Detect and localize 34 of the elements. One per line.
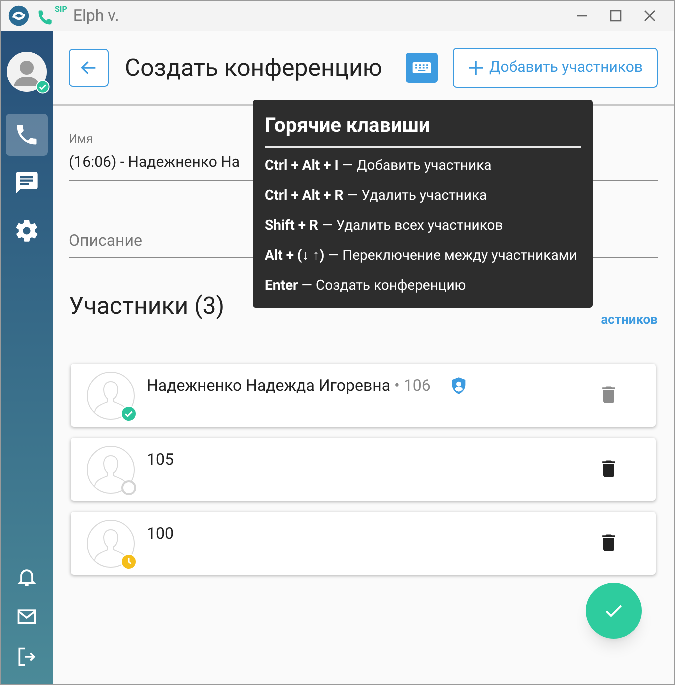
participant-card[interactable]: 100 xyxy=(71,512,656,575)
hotkey-line: Ctrl + Alt + I — Добавить участника xyxy=(265,157,493,176)
clock-status-icon xyxy=(121,554,137,570)
maximize-icon[interactable] xyxy=(610,10,622,22)
participant-extension: • 106 xyxy=(394,375,431,397)
back-button[interactable] xyxy=(69,48,109,86)
participant-card[interactable]: 105 xyxy=(71,438,656,501)
participant-card[interactable]: Надежненко Надежда Игоревна • 106 xyxy=(71,364,656,427)
offline-status-icon xyxy=(121,480,137,496)
phone-icon xyxy=(37,9,55,27)
plus-icon xyxy=(468,60,484,76)
logout-icon[interactable] xyxy=(16,646,38,668)
tooltip-title: Горячие клавиши xyxy=(265,112,581,148)
chat-icon xyxy=(14,170,40,196)
keyboard-button[interactable] xyxy=(406,52,438,82)
close-icon[interactable] xyxy=(644,10,656,22)
participant-name: 100 xyxy=(147,523,174,545)
hotkey-line: Ctrl + Alt + R — Удалить участника xyxy=(265,187,488,206)
app-logo-icon xyxy=(8,5,30,27)
participants-heading: Участники (3) xyxy=(69,291,225,322)
field-value: (16:06) - Надежненко На xyxy=(69,152,240,173)
participant-name: 105 xyxy=(147,449,174,471)
hotkey-line: Shift + R — Удалить всех участников xyxy=(265,217,504,236)
page-title: Создать конференцию xyxy=(125,52,382,84)
field-label: Имя xyxy=(69,131,94,147)
online-status-icon xyxy=(121,406,137,422)
hotkey-line: Alt + (↓ ↑) — Переключение между участниками xyxy=(265,247,578,266)
sidebar-tab[interactable] xyxy=(6,114,48,156)
sip-label: SIP xyxy=(55,6,68,14)
participant-name: Надежненко Надежда Игоревна xyxy=(147,375,391,397)
hotkey-line: Enter — Создать конференцию xyxy=(265,277,468,296)
user-avatar[interactable] xyxy=(7,52,47,92)
window-title: Elph v. xyxy=(73,5,120,27)
settings-icon xyxy=(14,218,40,244)
